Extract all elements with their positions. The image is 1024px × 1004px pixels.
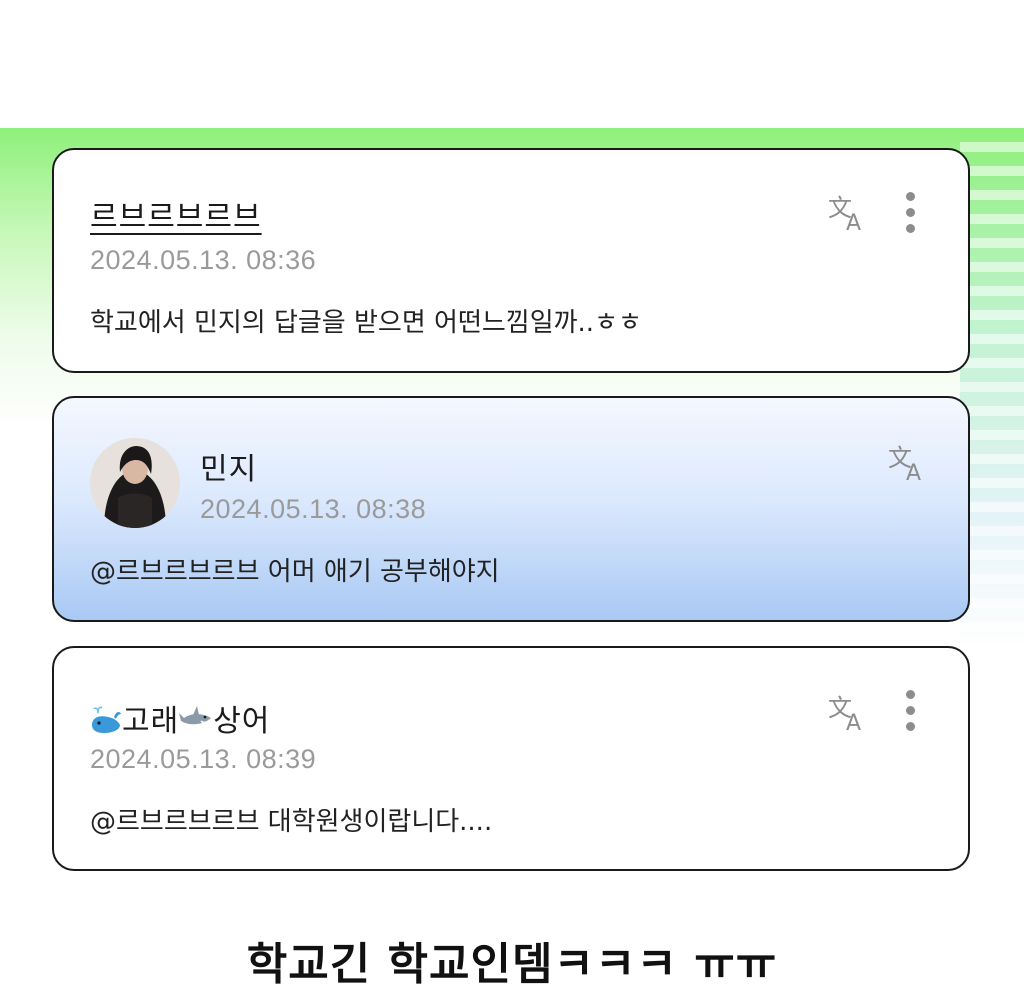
comment-text: 학교에서 민지의 답글을 받으면 어떤느낌일까..ㅎㅎ [90,308,642,338]
comment-text: @르브르브르브 대학원생이랍니다.... [90,801,492,838]
svg-text:A: A [906,461,921,486]
author-name-part: 상어 [213,704,271,739]
comment-timestamp: 2024.05.13. 08:38 [200,494,427,524]
comment-timestamp: 2024.05.13. 08:39 [90,744,317,774]
meme-caption: 학교긴 학교인뎀ㅋㅋㅋ ㅠㅠ [246,939,778,990]
comment-message: 대학원생이랍니다.... [267,807,493,837]
comment-card: 르브르브르브 2024.05.13. 08:36 학교에서 민지의 답글을 받으… [52,148,970,373]
comment-text: @르브르브르브 어머 애기 공부해야지 [90,551,500,588]
more-vertical-icon[interactable] [904,192,916,236]
comment-card: 고래 상어 2024.05.13. 08:39 @르브르브르브 대학원생이랍니다… [52,646,970,871]
whale-emoji-icon [92,706,121,733]
translate-icon[interactable]: 文 A [886,442,930,486]
translate-icon[interactable]: 文 A [826,192,870,236]
comment-author[interactable]: 르브르브르브 [90,192,262,236]
mention-link[interactable]: @르브르브르브 [90,557,260,587]
author-name-part: 고래 [122,704,180,739]
svg-text:A: A [846,211,861,236]
translate-icon[interactable]: 文 A [826,692,870,736]
comment-card-highlighted: 민지 2024.05.13. 08:38 @르브르브르브 어머 애기 공부해야지… [52,396,970,622]
comment-timestamp: 2024.05.13. 08:36 [90,245,317,275]
shark-emoji-icon [179,706,212,725]
mention-link[interactable]: @르브르브르브 [90,807,260,837]
comment-author[interactable]: 민지 [200,444,257,488]
more-vertical-icon[interactable] [904,690,916,734]
comment-message: 어머 애기 공부해야지 [267,557,500,587]
comment-author[interactable]: 고래 상어 [90,696,270,740]
avatar[interactable] [90,438,180,528]
svg-text:A: A [846,711,861,736]
